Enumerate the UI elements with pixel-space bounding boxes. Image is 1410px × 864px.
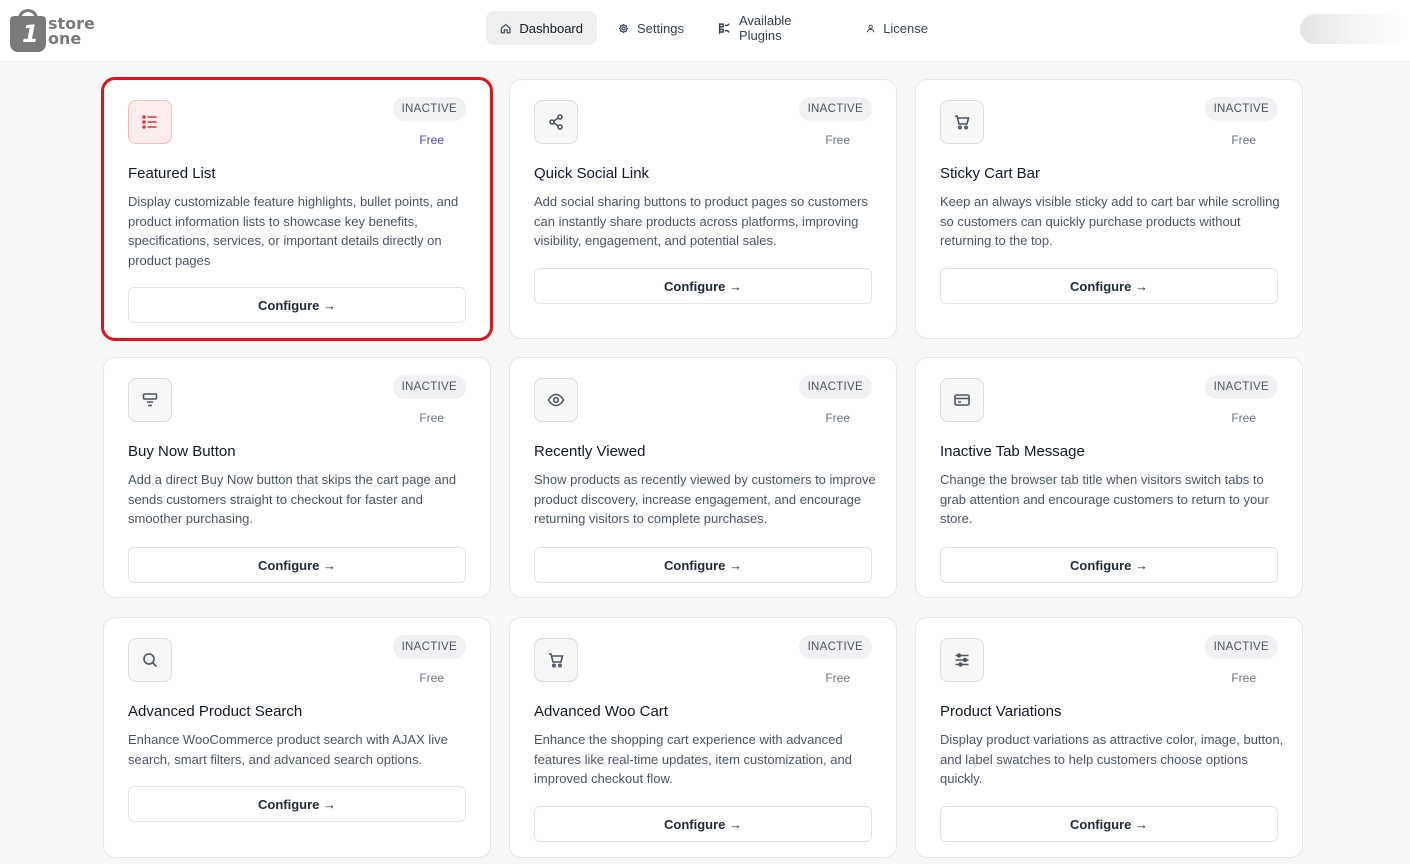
logo-mark: 1 — [22, 20, 39, 48]
cart-icon — [534, 638, 578, 682]
button-icon — [128, 378, 172, 422]
status-badge: INACTIVE — [392, 375, 466, 399]
card-description: Enhance the shopping cart experience wit… — [534, 732, 852, 787]
price-label: Free — [1231, 411, 1256, 425]
configure-button[interactable]: Configure → — [940, 547, 1278, 583]
price-label: Free — [825, 671, 850, 685]
plugin-card-inactive-tab-message: INACTIVE Free Inactive Tab Message Chang… — [915, 357, 1303, 598]
card-description: Add a direct Buy Now button that skips t… — [128, 472, 457, 527]
plugin-card-featured-list: INACTIVE Free Featured List Display cust… — [101, 77, 493, 341]
card-description: Enhance WooCommerce product search with … — [128, 732, 448, 767]
nav-license[interactable]: License — [852, 11, 942, 45]
plugin-card-buy-now-button: INACTIVE Free Buy Now Button Add a direc… — [103, 357, 491, 598]
card-title: Recently Viewed — [534, 443, 646, 460]
status-badge: INACTIVE — [798, 375, 872, 399]
nav-settings[interactable]: Settings — [604, 11, 698, 45]
status-badge: INACTIVE — [392, 97, 466, 121]
price-label: Free — [825, 133, 850, 147]
card-title: Featured List — [128, 165, 216, 182]
list-icon — [128, 100, 172, 144]
nav-available-plugins[interactable]: Available Plugins — [703, 11, 845, 45]
share-icon — [534, 100, 578, 144]
plugin-card-quick-social-link: INACTIVE Free Quick Social Link Add soci… — [509, 79, 897, 339]
store-one-logo[interactable]: 1 store one — [10, 8, 95, 52]
gear-icon — [619, 23, 628, 33]
plug-icon — [718, 22, 730, 34]
price-label: Free — [825, 411, 850, 425]
price-label: Free — [419, 671, 444, 685]
search-icon — [128, 638, 172, 682]
nav-available-plugins-label: Available Plugins — [738, 13, 792, 43]
status-badge: INACTIVE — [1204, 375, 1278, 399]
status-badge: INACTIVE — [798, 635, 872, 659]
home-icon — [500, 23, 511, 33]
card-title: Inactive Tab Message — [940, 443, 1085, 460]
configure-button[interactable]: Configure → — [940, 268, 1278, 304]
configure-button[interactable]: Configure → — [128, 786, 466, 822]
sliders-icon — [940, 638, 984, 682]
price-label: Free — [1231, 133, 1256, 147]
plugin-card-advanced-product-search: INACTIVE Free Advanced Product Search En… — [103, 617, 491, 858]
configure-button[interactable]: Configure → — [940, 806, 1278, 842]
card-title: Quick Social Link — [534, 165, 650, 182]
theme-toggle[interactable] — [1300, 14, 1406, 44]
card-title: Buy Now Button — [128, 443, 236, 460]
nav-dashboard[interactable]: Dashboard — [486, 11, 597, 45]
price-label: Free — [419, 411, 444, 425]
user-icon — [866, 24, 875, 32]
card-description: Display customizable feature highlights,… — [128, 194, 459, 269]
configure-button[interactable]: Configure → — [128, 547, 466, 583]
plugin-card-sticky-cart-bar: INACTIVE Free Sticky Cart Bar Keep an al… — [915, 79, 1303, 339]
status-badge: INACTIVE — [1204, 635, 1278, 659]
plugin-card-advanced-woo-cart: INACTIVE Free Advanced Woo Cart Enhance … — [509, 617, 897, 858]
configure-button[interactable]: Configure → — [128, 287, 466, 323]
eye-icon — [534, 378, 578, 422]
status-badge: INACTIVE — [1204, 97, 1278, 121]
configure-button[interactable]: Configure → — [534, 268, 872, 304]
card-title: Product Variations — [940, 703, 1062, 720]
price-label: Free — [1231, 671, 1256, 685]
status-badge: INACTIVE — [798, 97, 872, 121]
nav-license-label: License — [883, 20, 928, 36]
configure-button[interactable]: Configure → — [534, 806, 872, 842]
card-description: Change the browser tab title when visito… — [940, 472, 1269, 527]
card-description: Add social sharing buttons to product pa… — [534, 194, 868, 249]
plugin-card-product-variations: INACTIVE Free Product Variations Display… — [915, 617, 1303, 858]
card-icon — [940, 378, 984, 422]
card-title: Sticky Cart Bar — [940, 165, 1041, 182]
card-description: Display product variations as attractive… — [940, 732, 1284, 787]
card-description: Keep an always visible sticky add to car… — [940, 194, 1280, 249]
configure-button[interactable]: Configure → — [534, 547, 872, 583]
status-badge: INACTIVE — [392, 635, 466, 659]
card-title: Advanced Woo Cart — [534, 703, 668, 720]
plugin-card-recently-viewed: INACTIVE Free Recently Viewed Show produ… — [509, 357, 897, 598]
top-navigation-bar: 1 store one Dashboard Settings Available… — [0, 0, 1410, 62]
logo-text-one: one — [48, 29, 82, 48]
card-title: Advanced Product Search — [128, 703, 303, 720]
nav-dashboard-label: Dashboard — [519, 20, 583, 36]
cart-icon — [940, 100, 984, 144]
price-label: Free — [419, 133, 444, 147]
nav-settings-label: Settings — [637, 20, 684, 36]
card-description: Show products as recently viewed by cust… — [534, 472, 876, 527]
